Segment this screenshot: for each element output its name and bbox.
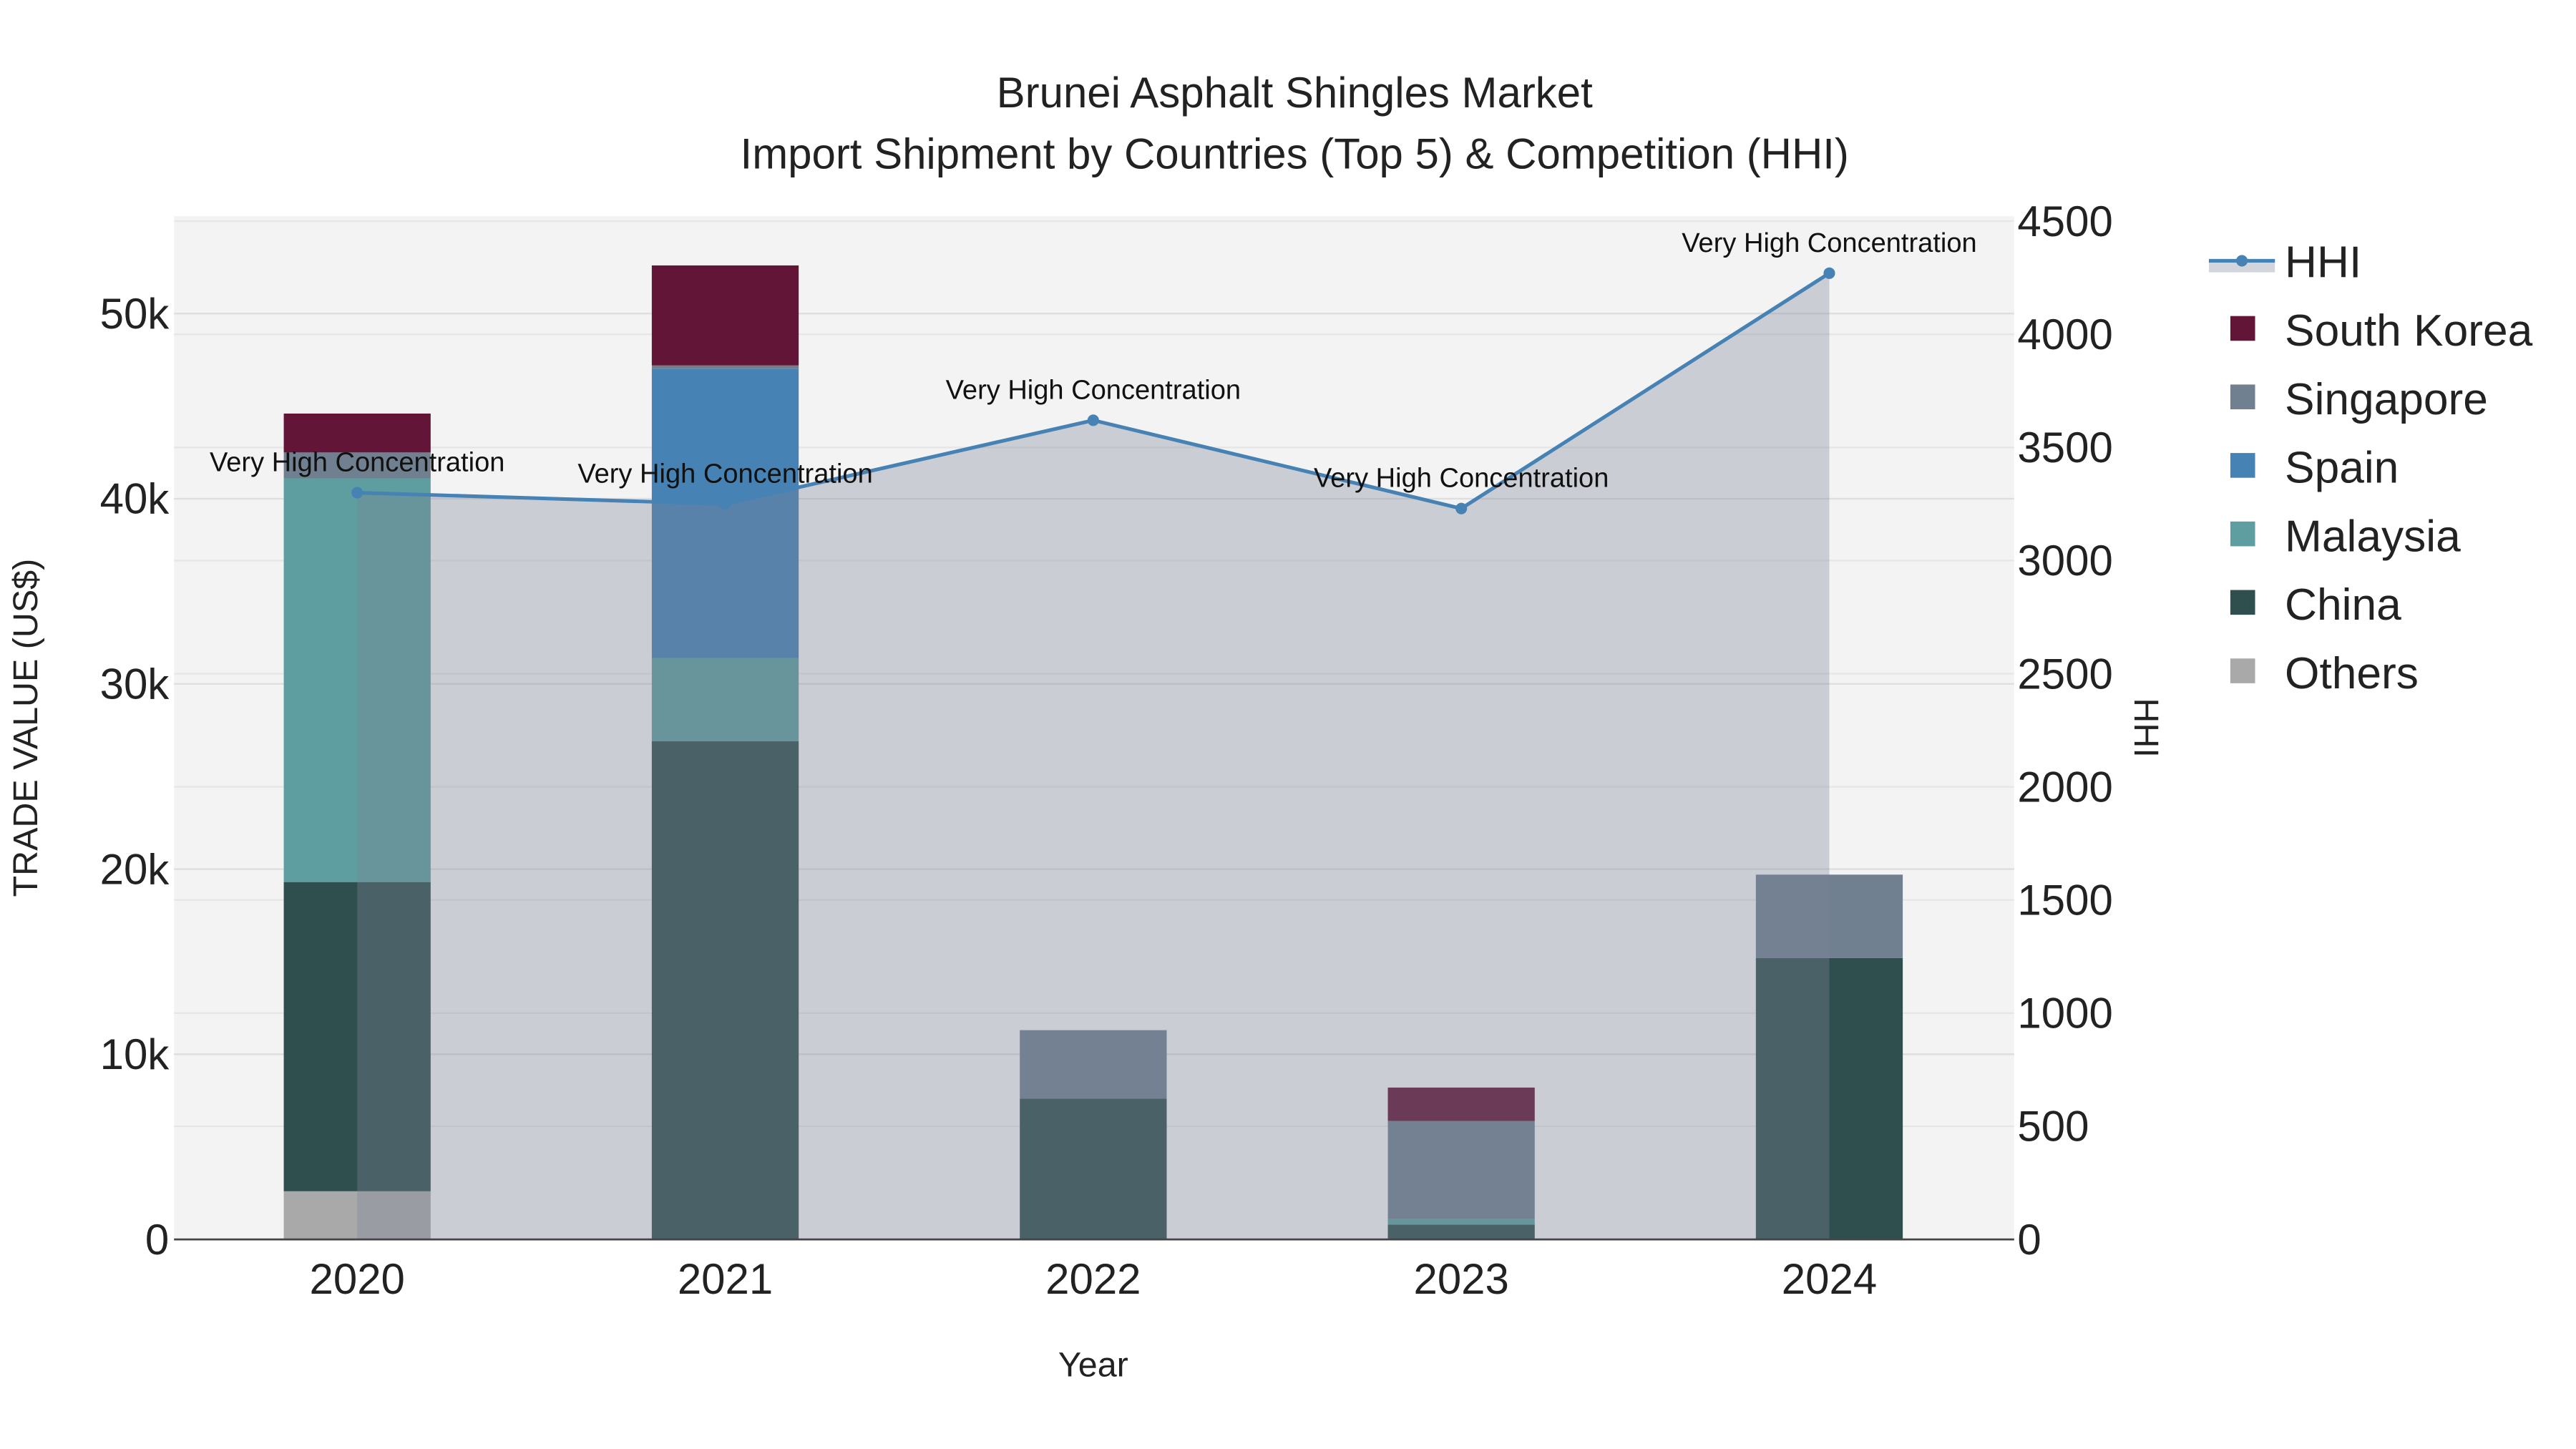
hhi-point-2022 (1087, 414, 1099, 426)
y2-tick-label: 2000 (2017, 763, 2112, 811)
y2-tick-label: 1500 (2017, 877, 2112, 924)
x-tick-label: 2023 (1413, 1255, 1508, 1303)
y-tick-label: 40k (100, 475, 170, 523)
y2-tick-label: 0 (2017, 1216, 2041, 1264)
legend-label-china[interactable]: China (2285, 580, 2401, 630)
hhi-point-2020 (351, 487, 364, 499)
hhi-annotation: Very High Concentration (1314, 464, 1609, 494)
legend-swatch-singapore[interactable] (2230, 384, 2255, 409)
legend-swatch-malaysia[interactable] (2230, 521, 2255, 547)
hhi-point-2024 (1823, 267, 1835, 279)
y2-tick-label: 3000 (2017, 537, 2112, 585)
y2-tick-label: 4500 (2017, 197, 2112, 245)
hhi-annotation: Very High Concentration (577, 459, 872, 489)
x-tick-label: 2022 (1045, 1255, 1141, 1303)
legend-swatch-spain[interactable] (2230, 453, 2255, 478)
x-axis-title: Year (1058, 1346, 1128, 1385)
bar-singapore-2021 (651, 365, 799, 369)
y2-axis-title: HHI (2127, 698, 2165, 757)
y-tick-label: 10k (100, 1030, 170, 1078)
x-tick-label: 2021 (678, 1255, 773, 1303)
y-tick-label: 50k (100, 290, 170, 338)
chart: Very High Concentration Very High Concent… (6, 69, 2533, 1385)
legend-label-hhi[interactable]: HHI (2285, 238, 2361, 287)
y2-tick-label: 4000 (2017, 311, 2112, 358)
y2-tick-label: 500 (2017, 1103, 2089, 1151)
hhi-annotation: Very High Concentration (1682, 228, 1976, 258)
hhi-annotation: Very High Concentration (946, 375, 1241, 405)
y2-tick-label: 3500 (2017, 424, 2112, 472)
legend-label-south-korea[interactable]: South Korea (2285, 306, 2533, 356)
legend: HHI South Korea Singapore Spain Malaysia Chin… (2208, 238, 2533, 698)
y2-tick-label: 1000 (2017, 990, 2112, 1038)
y-tick-label: 20k (100, 845, 170, 893)
bar-south-korea-2020 (283, 413, 431, 453)
x-tick-label: 2024 (1782, 1255, 1877, 1303)
legend-swatch-china[interactable] (2230, 590, 2255, 615)
legend-swatch-others[interactable] (2230, 658, 2255, 683)
chart-title: Brunei Asphalt Shingles Market (997, 69, 1593, 117)
chart-subtitle: Import Shipment by Countries (Top 5) & C… (741, 130, 1849, 177)
y-tick-label: 30k (100, 660, 170, 708)
legend-label-singapore[interactable]: Singapore (2285, 375, 2488, 424)
legend-label-malaysia[interactable]: Malaysia (2285, 512, 2461, 561)
y-tick-label: 0 (145, 1216, 169, 1264)
hhi-annotation: Very High Concentration (210, 448, 504, 478)
y-axis-title: TRADE VALUE (US$) (6, 559, 45, 897)
legend-label-others[interactable]: Others (2285, 649, 2419, 698)
x-tick-label: 2020 (310, 1255, 405, 1303)
bar-south-korea-2021 (651, 265, 799, 366)
hhi-point-2021 (719, 498, 731, 510)
hhi-point-2023 (1455, 502, 1468, 514)
legend-swatch-south-korea[interactable] (2230, 316, 2255, 341)
legend-swatch-hhi-marker (2236, 255, 2248, 267)
legend-label-spain[interactable]: Spain (2285, 444, 2399, 493)
y2-tick-label: 2500 (2017, 650, 2112, 698)
